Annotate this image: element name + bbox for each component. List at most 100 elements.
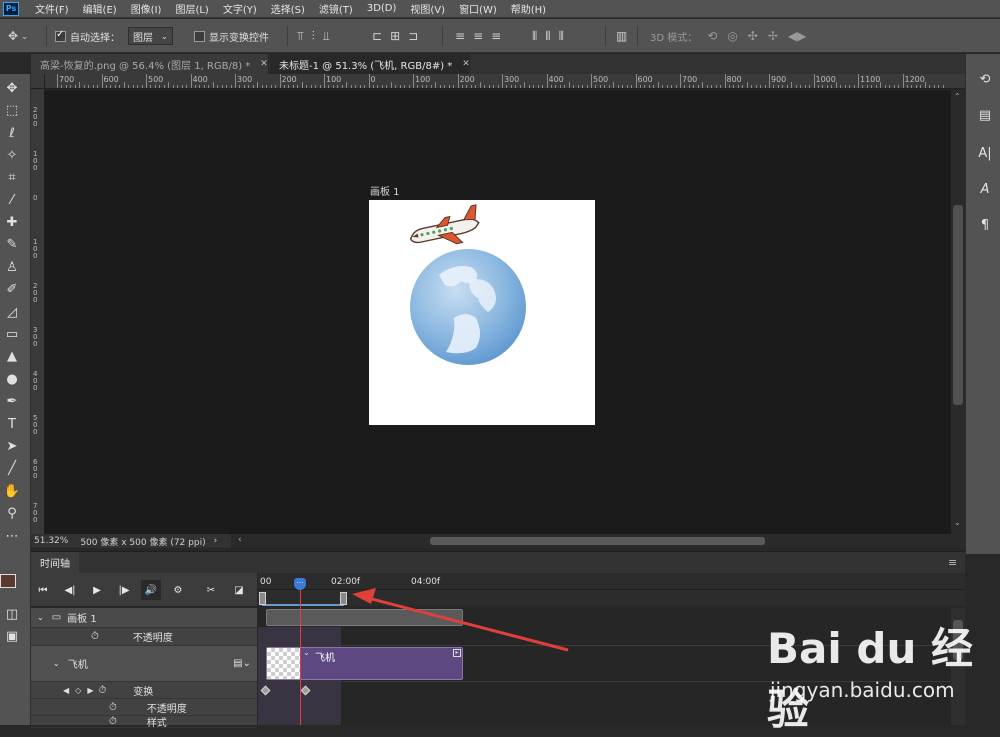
artboard-label[interactable]: 画板 1 xyxy=(370,183,400,198)
paragraph-panel-icon[interactable]: ¶ xyxy=(974,214,996,236)
align-left-icon[interactable]: ⊏ xyxy=(372,29,382,43)
distribute-right-icon[interactable]: ⦀ xyxy=(559,29,564,44)
playhead-handle[interactable]: ··· xyxy=(294,578,306,590)
eraser-tool-icon[interactable]: ◿ xyxy=(0,302,24,322)
add-keyframe-icon[interactable]: ◇ xyxy=(75,686,81,695)
line-tool-icon[interactable]: ╱ xyxy=(0,458,24,478)
auto-select-checkbox[interactable]: 自动选择： xyxy=(55,19,120,53)
more-tools-icon[interactable]: ⋯ xyxy=(0,526,24,546)
hand-tool-icon[interactable]: ✋ xyxy=(0,481,24,501)
chevron-down-icon[interactable]: ⌄ xyxy=(53,659,60,668)
menu-help[interactable]: 帮助(H) xyxy=(497,1,546,16)
distribute-top-icon[interactable]: ≡ xyxy=(455,29,465,43)
close-icon[interactable]: ✕ xyxy=(260,59,268,69)
magic-wand-tool-icon[interactable]: ✧ xyxy=(0,145,24,165)
artboard-duration-bar[interactable] xyxy=(266,609,463,626)
align-right-icon[interactable]: ⊐ xyxy=(408,29,418,43)
blur-tool-icon[interactable]: ▲ xyxy=(0,346,24,366)
auto-select-target-dropdown[interactable]: 图层 ⌄ xyxy=(128,27,173,45)
menu-window[interactable]: 窗口(W) xyxy=(445,1,497,16)
scroll-left-icon[interactable]: ‹ xyxy=(238,535,242,545)
vertical-scroll-thumb[interactable] xyxy=(953,205,963,405)
menu-edit[interactable]: 编辑(E) xyxy=(69,1,117,16)
show-transform-checkbox[interactable]: 显示变换控件 xyxy=(194,19,269,53)
audio-toggle-icon[interactable]: 🔊 xyxy=(141,580,161,600)
next-keyframe-icon[interactable]: ▶ xyxy=(87,686,93,695)
transition-icon[interactable]: ◪ xyxy=(229,580,249,600)
settings-gear-icon[interactable]: ⚙ xyxy=(168,580,188,600)
move-tool-preset[interactable]: ✥ ⌄ xyxy=(8,19,28,53)
work-area-end-handle[interactable] xyxy=(340,592,347,605)
menu-type[interactable]: 文字(Y) xyxy=(209,1,257,16)
3d-pan-icon[interactable]: ✣ xyxy=(748,29,758,43)
clip-end-icon[interactable]: ▸ xyxy=(453,649,461,657)
foreground-color-swatch[interactable] xyxy=(0,574,16,588)
scroll-up-icon[interactable]: ⌃ xyxy=(954,92,961,101)
menu-layer[interactable]: 图层(L) xyxy=(161,1,208,16)
panel-menu-icon[interactable]: ≡ xyxy=(948,556,957,569)
stopwatch-icon[interactable]: ⏱ xyxy=(109,716,117,727)
move-tool-icon[interactable]: ✥ xyxy=(0,78,24,98)
align-bottom-icon[interactable]: ⫫ xyxy=(323,29,330,44)
stopwatch-icon[interactable]: ⏱ xyxy=(98,685,106,696)
type-tool-icon[interactable]: T xyxy=(0,414,24,434)
marquee-tool-icon[interactable]: ⬚ xyxy=(0,100,24,120)
healing-brush-tool-icon[interactable]: ✚ xyxy=(0,212,24,232)
scroll-down-icon[interactable]: ⌄ xyxy=(954,518,961,527)
history-panel-icon[interactable]: ⟲ xyxy=(974,68,996,90)
previous-keyframe-icon[interactable]: ◀ xyxy=(63,686,69,695)
track-transform[interactable]: ◀ ◇ ▶ ⏱ 变换 xyxy=(31,682,257,699)
previous-frame-icon[interactable]: ◀| xyxy=(60,580,80,600)
zoom-level[interactable]: 51.32% xyxy=(34,536,68,546)
chevron-down-icon[interactable]: ⌄ xyxy=(303,648,310,657)
split-scissors-icon[interactable]: ✂ xyxy=(201,580,221,600)
go-to-first-frame-icon[interactable]: ⏮ xyxy=(33,580,53,600)
chevron-down-icon[interactable]: ⌄ xyxy=(37,613,44,622)
crop-tool-icon[interactable]: ⌗ xyxy=(0,167,24,187)
track-artboard-group[interactable]: ⌄ ▭ 画板 1 xyxy=(31,608,257,628)
timeline-tab[interactable]: 时间轴 xyxy=(31,552,79,573)
track-style[interactable]: ⏱ 样式 xyxy=(31,716,257,728)
menu-filter[interactable]: 滤镜(T) xyxy=(305,1,353,16)
play-icon[interactable]: ▶ xyxy=(87,580,107,600)
stopwatch-icon[interactable]: ⏱ xyxy=(109,702,117,713)
3d-scale-icon[interactable]: ◀▶ xyxy=(788,29,806,43)
screen-mode-icon[interactable]: ▣ xyxy=(0,626,24,646)
track-opacity[interactable]: ⏱ 不透明度 xyxy=(31,699,257,716)
dodge-tool-icon[interactable]: ● xyxy=(0,369,24,389)
align-hcenter-icon[interactable]: ⊞ xyxy=(390,29,400,43)
distribute-bottom-icon[interactable]: ≡ xyxy=(491,29,501,43)
distribute-hcenter-icon[interactable]: ⦀ xyxy=(545,29,550,44)
film-strip-icon[interactable]: ▤⌄ xyxy=(233,658,251,669)
character-styles-icon[interactable]: A| xyxy=(974,142,996,164)
tab-document-2[interactable]: 未标题-1 @ 51.3% (飞机, RGB/8#) * ✕ xyxy=(270,54,470,74)
lasso-tool-icon[interactable]: ℓ xyxy=(0,123,24,143)
zoom-tool-icon[interactable]: ⚲ xyxy=(0,503,24,523)
timeline-ruler[interactable] xyxy=(258,573,965,607)
stopwatch-icon[interactable]: ⏱ xyxy=(91,631,99,642)
glyphs-panel-icon[interactable]: A xyxy=(974,178,996,200)
quick-mask-icon[interactable]: ◫ xyxy=(0,604,24,624)
track-layer-airplane[interactable]: ⌄ 飞机 ▤⌄ xyxy=(31,646,257,682)
menu-image[interactable]: 图像(I) xyxy=(117,1,162,16)
history-brush-tool-icon[interactable]: ✐ xyxy=(0,279,24,299)
3d-roll-icon[interactable]: ◎ xyxy=(727,29,737,43)
eyedropper-tool-icon[interactable]: ⁄ xyxy=(0,190,24,210)
track-artboard-opacity[interactable]: ⏱ 不透明度 xyxy=(31,628,257,646)
chevron-right-icon[interactable]: › xyxy=(214,536,218,546)
align-vcenter-icon[interactable]: ⫶ xyxy=(312,29,315,44)
align-top-icon[interactable]: ⫪ xyxy=(297,29,304,44)
gradient-tool-icon[interactable]: ▭ xyxy=(0,324,24,344)
close-icon[interactable]: ✕ xyxy=(462,59,470,69)
pen-tool-icon[interactable]: ✒ xyxy=(0,391,24,411)
horizontal-scroll-thumb[interactable] xyxy=(430,537,765,545)
menu-view[interactable]: 视图(V) xyxy=(396,1,445,16)
3d-orbit-icon[interactable]: ⟲ xyxy=(707,29,717,43)
clone-stamp-tool-icon[interactable]: ♙ xyxy=(0,257,24,277)
menu-select[interactable]: 选择(S) xyxy=(257,1,305,16)
auto-align-layers-icon[interactable]: ▥ xyxy=(616,29,627,43)
work-area-bar[interactable] xyxy=(262,604,344,606)
distribute-left-icon[interactable]: ⦀ xyxy=(532,29,537,44)
distribute-vcenter-icon[interactable]: ≡ xyxy=(473,29,483,43)
menu-file[interactable]: 文件(F) xyxy=(19,1,69,16)
